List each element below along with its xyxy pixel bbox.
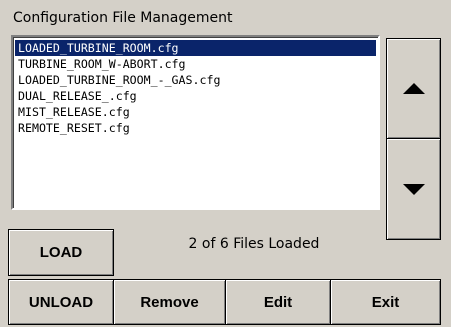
status-text: 2 of 6 Files Loaded [188,236,320,252]
list-item[interactable]: LOADED_TURBINE_ROOM_-_GAS.cfg [15,72,376,88]
triangle-up-icon [402,83,425,94]
unload-button[interactable]: UNLOAD [8,279,114,325]
remove-button[interactable]: Remove [113,279,226,325]
list-item[interactable]: LOADED_TURBINE_ROOM.cfg [15,40,376,56]
list-item[interactable]: DUAL_RELEASE_.cfg [15,88,376,104]
triangle-down-icon [402,183,425,195]
edit-button[interactable]: Edit [225,279,331,325]
list-item[interactable]: MIST_RELEASE.cfg [15,104,376,120]
scroll-up-button[interactable] [386,38,441,139]
exit-button[interactable]: Exit [330,279,441,325]
load-button[interactable]: LOAD [8,229,114,276]
page-title: Configuration File Management [13,10,233,26]
file-listbox[interactable]: LOADED_TURBINE_ROOM.cfg TURBINE_ROOM_W-A… [11,35,380,210]
scroll-down-button[interactable] [386,138,441,240]
list-item[interactable]: REMOTE_RESET.cfg [15,120,376,136]
list-item[interactable]: TURBINE_ROOM_W-ABORT.cfg [15,56,376,72]
